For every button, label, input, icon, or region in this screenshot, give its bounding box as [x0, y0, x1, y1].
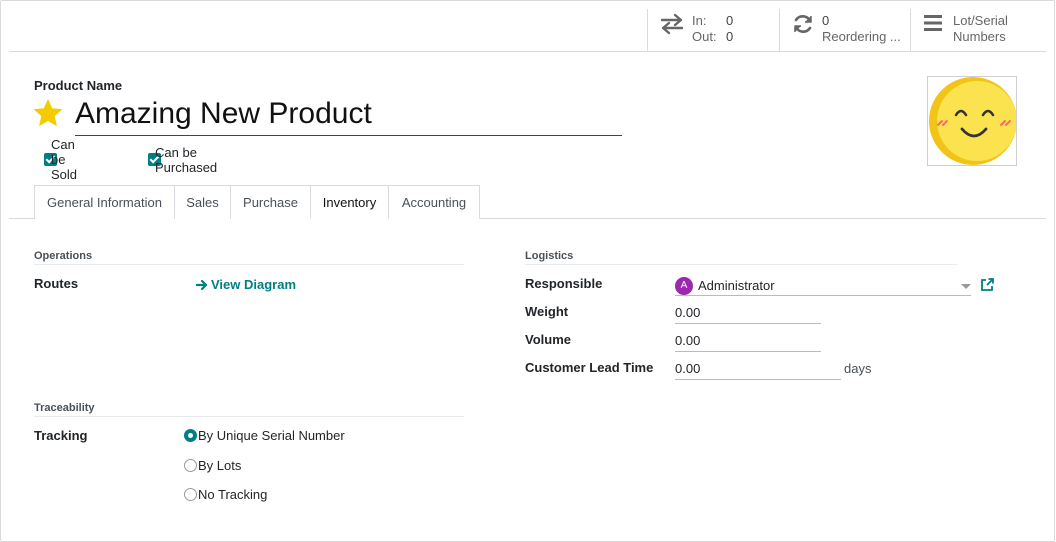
lot-serial-numbers-button[interactable]: Lot/Serial Numbers: [910, 9, 1041, 51]
lots-label-line1: Lot/Serial: [953, 13, 1008, 28]
radio-no-tracking[interactable]: No Tracking: [184, 487, 267, 502]
view-diagram-link[interactable]: View Diagram: [196, 277, 296, 292]
tab-purchase[interactable]: Purchase: [230, 185, 311, 219]
responsible-field[interactable]: A Administrator: [675, 276, 971, 296]
in-value: 0: [726, 13, 734, 28]
out-value: 0: [726, 29, 734, 44]
out-label: Out:: [692, 29, 717, 44]
lots-label-line2: Numbers: [953, 29, 1006, 44]
external-link-icon[interactable]: [980, 278, 994, 292]
responsible-label: Responsible: [525, 276, 603, 291]
can-be-purchased-checkbox[interactable]: Can be Purchased: [148, 145, 217, 175]
bars-icon: [924, 15, 942, 31]
weight-label: Weight: [525, 304, 569, 319]
tab-general-information[interactable]: General Information: [34, 185, 175, 219]
reordering-rules-button[interactable]: 0 Reordering ...: [779, 9, 911, 51]
traceability-section-title: Traceability: [34, 402, 464, 417]
radio-label: By Unique Serial Number: [198, 428, 345, 443]
arrow-right-icon: [196, 279, 208, 290]
responsible-value: Administrator: [698, 277, 775, 293]
can-be-purchased-label: Can be Purchased: [155, 144, 218, 175]
radio-unselected-icon: [184, 459, 197, 472]
radio-selected-icon: [184, 429, 197, 442]
in-label: In:: [692, 13, 707, 28]
caret-down-icon[interactable]: [961, 284, 971, 290]
customer-lead-time-label: Customer Lead Time: [525, 360, 654, 375]
reordering-count: 0: [822, 13, 830, 28]
product-form-sheet: In: 0 Out: 0 0 Reordering ... Lot/Serial…: [0, 0, 1055, 542]
view-diagram-label: View Diagram: [211, 277, 297, 292]
reordering-label: Reordering ...: [822, 29, 901, 44]
avatar: A: [675, 276, 693, 295]
in-out-button[interactable]: In: 0 Out: 0: [647, 9, 779, 51]
volume-input[interactable]: 0.00: [675, 332, 821, 352]
volume-label: Volume: [525, 332, 571, 347]
radio-label: By Lots: [198, 458, 242, 473]
radio-unselected-icon: [184, 488, 197, 501]
tab-inventory[interactable]: Inventory: [310, 185, 389, 219]
weight-input[interactable]: 0.00: [675, 304, 821, 324]
product-image[interactable]: [927, 76, 1017, 166]
logistics-section-title: Logistics: [525, 250, 957, 265]
product-name-label: Product Name: [34, 78, 123, 93]
lead-time-unit: days: [844, 361, 872, 376]
smiley-face-icon: [929, 77, 1016, 165]
tab-sales[interactable]: Sales: [174, 185, 231, 219]
can-be-sold-checkbox[interactable]: Can be Sold: [44, 137, 77, 182]
customer-lead-time-input[interactable]: 0.00: [675, 360, 841, 380]
can-be-sold-label: Can be Sold: [51, 137, 78, 182]
radio-by-unique-serial-number[interactable]: By Unique Serial Number: [184, 428, 345, 443]
product-name-input[interactable]: Amazing New Product: [75, 94, 622, 136]
radio-by-lots[interactable]: By Lots: [184, 458, 241, 473]
tracking-label: Tracking: [34, 428, 88, 443]
transfer-arrows-icon: [660, 13, 684, 35]
favorite-star-icon[interactable]: [32, 97, 64, 129]
radio-label: No Tracking: [198, 487, 268, 502]
operations-section-title: Operations: [34, 250, 464, 265]
refresh-icon: [794, 15, 812, 33]
routes-label: Routes: [34, 276, 79, 291]
tab-accounting[interactable]: Accounting: [388, 185, 480, 219]
